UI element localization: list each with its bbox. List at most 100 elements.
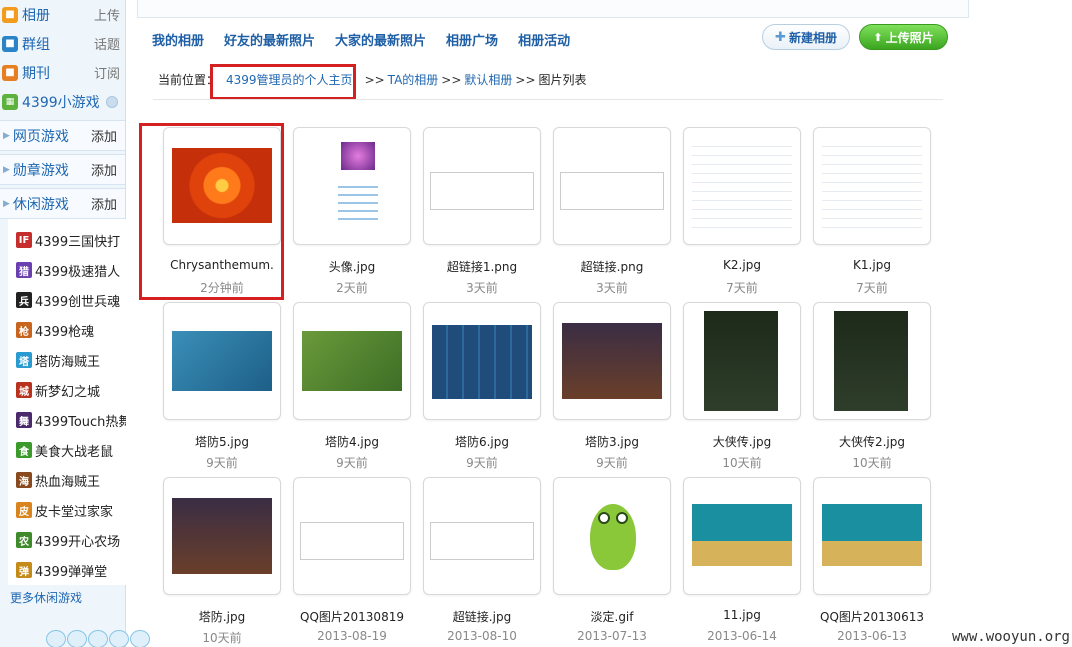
game-item[interactable]: 猎 4399极速猎人 — [8, 255, 126, 285]
game-item[interactable]: 海热血海贼王 — [8, 465, 126, 495]
game-item[interactable]: 皮皮卡堂过家家 — [8, 495, 126, 525]
photo-thumbnail[interactable] — [423, 477, 541, 595]
photo-item[interactable]: K2.jpg 7天前 — [683, 127, 801, 295]
photo-item[interactable]: 塔防6.jpg 9天前 — [423, 302, 541, 470]
photo-item[interactable]: 塔防4.jpg 9天前 — [293, 302, 411, 470]
sidebar-section[interactable]: ▶ 网页游戏 添加 — [0, 120, 125, 151]
frog-eye — [616, 512, 628, 524]
photo-name[interactable]: 塔防3.jpg — [543, 433, 681, 450]
new-album-button[interactable]: ✚ 新建相册 — [762, 24, 850, 50]
photo-item[interactable]: K1.jpg 7天前 — [813, 127, 931, 295]
photo-name[interactable]: 头像.jpg — [283, 258, 421, 275]
sidebar-item-action[interactable]: 上传 — [94, 5, 120, 24]
photo-thumbnail[interactable] — [163, 302, 281, 420]
sidebar-section[interactable]: ▶ 休闲游戏 添加 — [0, 188, 125, 219]
photo-item[interactable]: 塔防3.jpg 9天前 — [553, 302, 671, 470]
photo-thumbnail[interactable] — [553, 477, 671, 595]
nav-link[interactable]: 相册活动 — [518, 30, 570, 49]
photo-item[interactable]: QQ图片20130613 2013-06-13 — [813, 477, 931, 643]
game-item[interactable]: IF 4399三国快打 — [8, 225, 126, 255]
photo-name[interactable]: QQ图片20130613 — [803, 608, 941, 625]
game-item[interactable]: 舞 4399Touch热舞 — [8, 405, 126, 435]
photo-time: 9天前 — [596, 456, 628, 470]
photo-thumbnail[interactable] — [163, 477, 281, 595]
nav-link[interactable]: 大家的最新照片 — [335, 30, 426, 49]
add-link[interactable]: 添加 — [91, 194, 117, 213]
photo-thumbnail[interactable] — [553, 302, 671, 420]
photo-item[interactable]: 大侠传.jpg 10天前 — [683, 302, 801, 470]
add-link[interactable]: 添加 — [91, 126, 117, 145]
game-item[interactable]: 塔塔防海贼王 — [8, 345, 126, 375]
upload-photo-button[interactable]: ⬆ 上传照片 — [859, 24, 948, 50]
expand-circle-icon[interactable] — [106, 96, 118, 108]
photo-name[interactable]: 超链接.png — [543, 258, 681, 275]
bubble-icon[interactable] — [67, 630, 87, 647]
game-item[interactable]: 弹 4399弹弹堂 — [8, 555, 126, 585]
photo-thumbnail[interactable] — [423, 127, 541, 245]
breadcrumb-album-link[interactable]: 默认相册 — [464, 71, 512, 88]
photo-image — [692, 504, 792, 566]
bubble-icon[interactable] — [130, 630, 150, 647]
photo-thumbnail[interactable] — [293, 127, 411, 245]
photo-name[interactable]: 塔防.jpg — [153, 608, 291, 625]
game-header[interactable]: ▦ 4399小游戏 — [0, 87, 125, 117]
photo-item[interactable]: 超链接.png 3天前 — [553, 127, 671, 295]
game-item[interactable]: 枪 4399枪魂 — [8, 315, 126, 345]
photo-item[interactable]: 超链接1.png 3天前 — [423, 127, 541, 295]
photo-name[interactable]: K1.jpg — [803, 258, 941, 272]
game-item[interactable]: 城新梦幻之城 — [8, 375, 126, 405]
game-label: 4399三国快打 — [35, 234, 121, 250]
nav-link[interactable]: 我的相册 — [152, 30, 204, 49]
photo-name[interactable]: 超链接.jpg — [413, 608, 551, 625]
photo-name[interactable]: 大侠传.jpg — [673, 433, 811, 450]
photo-name[interactable]: QQ图片20130819 — [283, 608, 421, 625]
photo-item[interactable]: 大侠传2.jpg 10天前 — [813, 302, 931, 470]
more-games-link[interactable]: 更多休闲游戏 — [0, 585, 125, 606]
photo-thumbnail[interactable] — [683, 127, 801, 245]
photo-name[interactable]: 淡定.gif — [543, 608, 681, 625]
photo-thumbnail[interactable] — [813, 302, 931, 420]
photo-name[interactable]: 大侠传2.jpg — [803, 433, 941, 450]
photo-item[interactable]: 11.jpg 2013-06-14 — [683, 477, 801, 643]
sidebar-item-action[interactable]: 话题 — [94, 34, 120, 53]
add-link[interactable]: 添加 — [91, 160, 117, 179]
photo-name[interactable]: 超链接1.png — [413, 258, 551, 275]
photo-thumbnail[interactable] — [683, 302, 801, 420]
photo-thumbnail[interactable] — [813, 127, 931, 245]
photo-item[interactable]: 塔防5.jpg 9天前 — [163, 302, 281, 470]
photo-thumbnail[interactable] — [813, 477, 931, 595]
photo-name[interactable]: 塔防5.jpg — [153, 433, 291, 450]
photo-thumbnail[interactable] — [293, 477, 411, 595]
breadcrumb-album-owner-link[interactable]: TA的相册 — [388, 71, 439, 88]
photo-name[interactable]: K2.jpg — [673, 258, 811, 272]
photo-item[interactable]: 头像.jpg 2天前 — [293, 127, 411, 295]
sidebar-item[interactable]: ■ 群组 话题 — [0, 29, 125, 58]
photo-thumbnail[interactable] — [423, 302, 541, 420]
photo-image — [562, 323, 662, 399]
game-item[interactable]: 农 4399开心农场 — [8, 525, 126, 555]
photo-name[interactable]: 11.jpg — [673, 608, 811, 622]
bubble-icon[interactable] — [46, 630, 66, 647]
photo-item[interactable]: 塔防.jpg 10天前 — [163, 477, 281, 645]
nav-link[interactable]: 相册广场 — [446, 30, 498, 49]
photo-thumbnail[interactable] — [293, 302, 411, 420]
game-item[interactable]: 食美食大战老鼠 — [8, 435, 126, 465]
nav-link[interactable]: 好友的最新照片 — [224, 30, 315, 49]
game-item[interactable]: 兵 4399创世兵魂 — [8, 285, 126, 315]
photo-thumbnail[interactable] — [553, 127, 671, 245]
sidebar-item-label: 相册 — [22, 7, 50, 24]
bubble-icon[interactable] — [109, 630, 129, 647]
photo-time: 2013-07-13 — [577, 629, 647, 643]
photo-name[interactable]: 塔防4.jpg — [283, 433, 421, 450]
sidebar-item[interactable]: ■ 期刊 订阅 — [0, 58, 125, 87]
photo-name[interactable]: 塔防6.jpg — [413, 433, 551, 450]
photo-thumbnail[interactable] — [683, 477, 801, 595]
photo-item[interactable]: 超链接.jpg 2013-08-10 — [423, 477, 541, 643]
sidebar-item[interactable]: ■ 相册 上传 — [0, 0, 125, 29]
photo-item[interactable]: QQ图片20130819 2013-08-19 — [293, 477, 411, 643]
bubble-icon[interactable] — [88, 630, 108, 647]
avatar-badge — [338, 180, 378, 224]
photo-item[interactable]: 淡定.gif 2013-07-13 — [553, 477, 671, 643]
sidebar-section[interactable]: ▶ 勋章游戏 添加 — [0, 154, 125, 185]
sidebar-item-action[interactable]: 订阅 — [94, 63, 120, 82]
